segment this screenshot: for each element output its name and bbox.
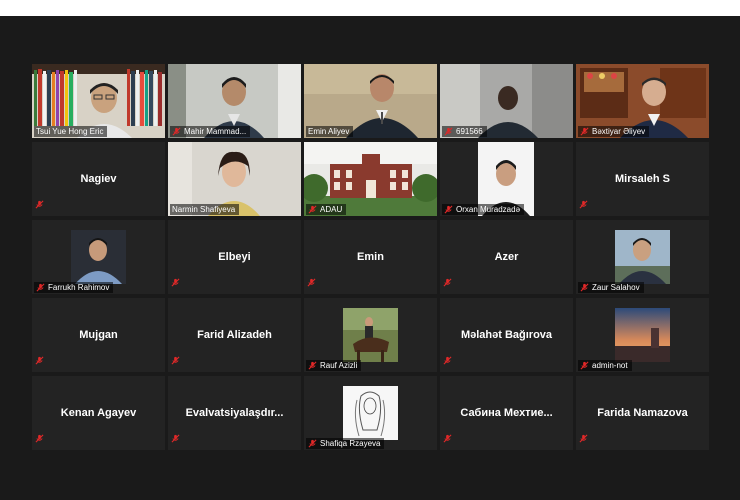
- participant-tile[interactable]: Shafiqa Rzayeva: [304, 376, 437, 450]
- participant-name: Emin: [357, 251, 384, 263]
- participant-tile[interactable]: 691566: [440, 64, 573, 138]
- participant-tile[interactable]: Evalvatsiyalaşdır...: [168, 376, 301, 450]
- participant-name-bar: Farrukh Rahimov: [34, 282, 114, 293]
- mic-muted-icon: [580, 127, 589, 136]
- participant-name: Сабина Мехтие...: [460, 407, 553, 419]
- participant-tile[interactable]: Сабина Мехтие...: [440, 376, 573, 450]
- mic-muted-icon: [171, 430, 180, 448]
- participant-tile[interactable]: Narmin Shafiyeva: [168, 142, 301, 216]
- participant-tile[interactable]: Farida Namazova: [576, 376, 709, 450]
- participant-name: Shafiqa Rzayeva: [320, 439, 381, 448]
- mic-muted-icon: [171, 274, 180, 292]
- participant-name: Tsui Yue Hong Eric: [36, 127, 104, 136]
- participant-name: 691566: [456, 127, 483, 136]
- participant-tile[interactable]: Mujgan: [32, 298, 165, 372]
- participant-name-bar: 691566: [442, 126, 487, 137]
- participant-name: Azer: [494, 251, 519, 263]
- participant-name: Narmin Shafiyeva: [172, 205, 236, 214]
- participant-name: Məlahət Bağırova: [460, 329, 553, 341]
- participant-name: Evalvatsiyalaşdır...: [185, 407, 284, 419]
- participant-tile[interactable]: admin-not: [576, 298, 709, 372]
- participant-photo: [615, 308, 670, 362]
- participant-tile[interactable]: Orxan Muradzadə: [440, 142, 573, 216]
- participant-name: Mahir Mammad...: [184, 127, 247, 136]
- participant-name-bar: Narmin Shafiyeva: [170, 204, 240, 215]
- participant-name: ADAU: [320, 205, 343, 214]
- mic-muted-icon: [579, 196, 588, 214]
- participant-name-bar: Mahir Mammad...: [170, 126, 251, 137]
- participant-name-bar: Shafiqa Rzayeva: [306, 438, 385, 449]
- participant-name-bar: Orxan Muradzadə: [442, 204, 525, 215]
- participant-name-bar: ADAU: [306, 204, 347, 215]
- participant-name-bar: Tsui Yue Hong Eric: [34, 126, 108, 137]
- participant-name: Mirsaleh S: [614, 173, 671, 185]
- participant-name: Orxan Muradzadə: [456, 205, 521, 214]
- participant-name: Farrukh Rahimov: [48, 283, 110, 292]
- participant-name-bar: Rauf Azizli: [306, 360, 362, 371]
- participant-tile[interactable]: Tsui Yue Hong Eric: [32, 64, 165, 138]
- participant-tile[interactable]: Azer: [440, 220, 573, 294]
- participant-name: Emin Aliyev: [308, 127, 350, 136]
- mic-muted-icon: [307, 274, 316, 292]
- participant-photo: [343, 386, 398, 440]
- mic-muted-icon: [579, 430, 588, 448]
- participant-name: Bəxtiyar Əliyev: [592, 127, 646, 136]
- gallery-grid: Tsui Yue Hong Eric Mahir Mammad... Emin …: [32, 64, 709, 450]
- participant-name: Zaur Salahov: [592, 283, 640, 292]
- participant-tile[interactable]: Kenan Agayev: [32, 376, 165, 450]
- meeting-window: Tsui Yue Hong Eric Mahir Mammad... Emin …: [0, 16, 740, 500]
- participant-name: Rauf Azizli: [320, 361, 358, 370]
- mic-muted-icon: [36, 283, 45, 292]
- participant-name: Nagiev: [80, 173, 117, 185]
- participant-name-bar: Zaur Salahov: [578, 282, 644, 293]
- participant-tile[interactable]: Zaur Salahov: [576, 220, 709, 294]
- mic-muted-icon: [35, 196, 44, 214]
- participant-tile[interactable]: Məlahət Bağırova: [440, 298, 573, 372]
- participant-name: Kenan Agayev: [60, 407, 137, 419]
- participant-name: Mujgan: [79, 329, 118, 341]
- participant-tile[interactable]: Mahir Mammad...: [168, 64, 301, 138]
- participant-name: Farida Namazova: [597, 407, 688, 419]
- mic-muted-icon: [308, 205, 317, 214]
- participant-tile[interactable]: Elbeyi: [168, 220, 301, 294]
- mic-muted-icon: [171, 352, 180, 370]
- participant-tile-active-speaker[interactable]: Emin Aliyev: [304, 64, 437, 138]
- participant-name: Elbeyi: [218, 251, 251, 263]
- participant-tile[interactable]: Bəxtiyar Əliyev: [576, 64, 709, 138]
- participant-photo: [71, 230, 126, 284]
- participant-photo: [343, 308, 398, 362]
- participant-tile[interactable]: Mirsaleh S: [576, 142, 709, 216]
- participant-tile[interactable]: Nagiev: [32, 142, 165, 216]
- mic-muted-icon: [580, 283, 589, 292]
- participant-tile[interactable]: Rauf Azizli: [304, 298, 437, 372]
- mic-muted-icon: [443, 430, 452, 448]
- mic-muted-icon: [443, 352, 452, 370]
- mic-muted-icon: [172, 127, 181, 136]
- participant-tile[interactable]: Emin: [304, 220, 437, 294]
- participant-name-bar: Emin Aliyev: [306, 126, 354, 137]
- mic-muted-icon: [580, 361, 589, 370]
- mic-muted-icon: [35, 352, 44, 370]
- participant-tile[interactable]: Farrukh Rahimov: [32, 220, 165, 294]
- mic-muted-icon: [444, 205, 453, 214]
- mic-muted-icon: [444, 127, 453, 136]
- participant-name-bar: admin-not: [578, 360, 632, 371]
- participant-tile[interactable]: Farid Alizadeh: [168, 298, 301, 372]
- mic-muted-icon: [308, 361, 317, 370]
- participant-tile[interactable]: ADAU: [304, 142, 437, 216]
- mic-muted-icon: [35, 430, 44, 448]
- participant-photo: [615, 230, 670, 284]
- mic-muted-icon: [443, 274, 452, 292]
- participant-name-bar: Bəxtiyar Əliyev: [578, 126, 650, 137]
- participant-name: Farid Alizadeh: [197, 329, 272, 341]
- mic-muted-icon: [308, 439, 317, 448]
- participant-name: admin-not: [592, 361, 628, 370]
